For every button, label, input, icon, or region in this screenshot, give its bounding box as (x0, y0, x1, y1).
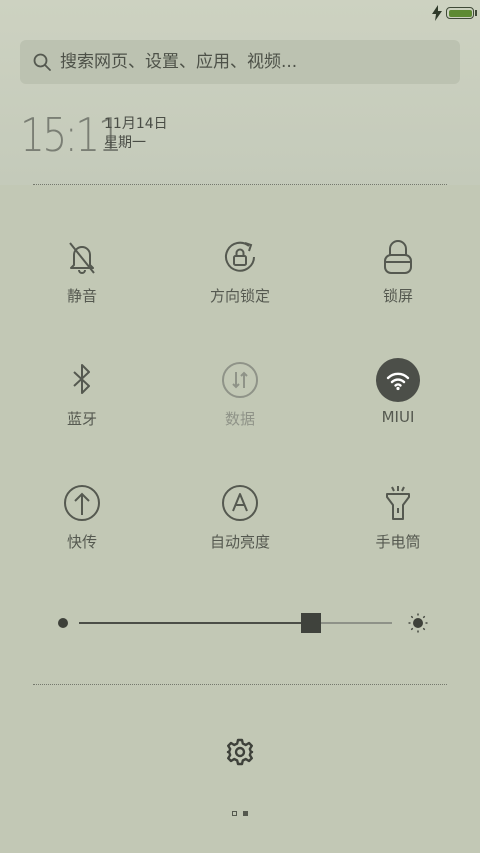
toggle-silent[interactable]: 静音 (22, 237, 142, 337)
flashlight-icon (386, 486, 410, 520)
brightness-slider-handle[interactable] (300, 613, 321, 633)
toggle-mobile-data[interactable]: 数据 (180, 360, 300, 460)
brightness-low-icon (58, 618, 68, 628)
padlock-icon (384, 240, 412, 274)
toggle-label: 蓝牙 (66, 410, 97, 428)
page-dot[interactable] (243, 811, 248, 816)
wifi-toggle-active-bg (376, 358, 420, 402)
toggle-label: 静音 (66, 287, 97, 305)
date-text: 11月14日 (104, 116, 168, 132)
battery-cap (475, 10, 477, 16)
page-dot[interactable] (232, 811, 237, 816)
toggle-label: 快传 (66, 533, 97, 551)
battery-level (448, 9, 472, 17)
bell-off-icon (69, 242, 95, 274)
sun-icon (408, 613, 428, 633)
search-input[interactable]: 搜索网页、设置、应用、视频... (60, 40, 297, 84)
toggle-wifi[interactable]: MIUI (338, 358, 458, 460)
upload-arrow-icon (64, 485, 100, 521)
lightning-bolt-icon (432, 5, 442, 21)
search-icon (33, 53, 51, 71)
toggle-label: 自动亮度 (209, 533, 270, 551)
brightness-slider[interactable] (79, 613, 392, 633)
status-bar (0, 0, 480, 26)
wifi-icon (386, 372, 410, 391)
brightness-control (52, 605, 428, 641)
brightness-slider-fill (79, 622, 311, 624)
battery-icon (446, 7, 474, 19)
gear-icon[interactable] (226, 738, 254, 766)
toggle-rotation-lock[interactable]: 方向锁定 (180, 237, 300, 337)
date-block[interactable]: 11月14日 星期一 (104, 115, 168, 153)
bluetooth-icon (73, 364, 90, 394)
divider-bottom (33, 684, 447, 685)
divider-top (33, 184, 447, 185)
toggle-quick-transfer[interactable]: 快传 (22, 483, 142, 583)
toggle-label: 数据 (224, 410, 255, 428)
toggle-bluetooth[interactable]: 蓝牙 (22, 360, 142, 460)
search-bar[interactable]: 搜索网页、设置、应用、视频... (20, 40, 460, 84)
toggle-label: MIUI (381, 408, 415, 426)
toggle-label: 锁屏 (382, 287, 413, 305)
toggle-auto-brightness[interactable]: 自动亮度 (180, 483, 300, 583)
toggle-label: 手电筒 (375, 533, 421, 551)
page-indicator (230, 811, 250, 817)
data-arrows-icon (222, 362, 258, 398)
auto-brightness-icon (222, 485, 258, 521)
weekday-text: 星期一 (104, 135, 146, 151)
rotation-lock-icon (225, 241, 255, 272)
toggle-label: 方向锁定 (209, 287, 270, 305)
toggle-flashlight[interactable]: 手电筒 (338, 483, 458, 583)
toggle-lock-screen[interactable]: 锁屏 (338, 237, 458, 337)
